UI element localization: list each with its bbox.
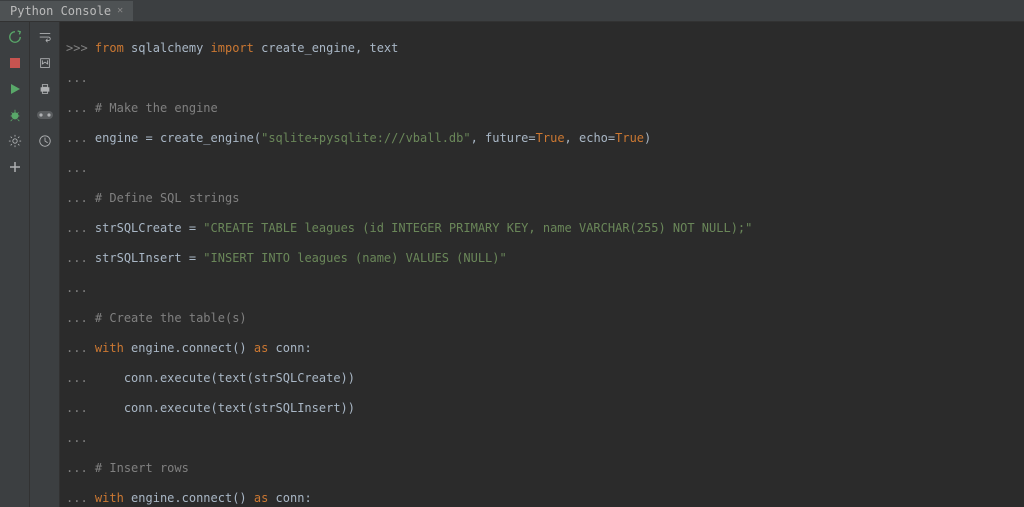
debug-icon[interactable] [7,107,23,123]
action-gutter [0,22,30,507]
code: engine.connect() [124,341,254,355]
code: , future= [471,131,536,145]
close-icon[interactable]: ✕ [117,5,123,16]
history-icon[interactable] [37,133,53,149]
mod-name: sqlalchemy [124,41,211,55]
kw-import: import [211,41,254,55]
variables-icon[interactable] [37,107,53,123]
code: strSQLInsert = [95,251,203,265]
console-output[interactable]: >>> from sqlalchemy import create_engine… [60,22,1024,507]
code: engine = create_engine( [95,131,261,145]
code: engine.connect() [124,491,254,505]
kw-with: with [95,491,124,505]
kw-with: with [95,341,124,355]
add-icon[interactable] [7,159,23,175]
code: conn: [268,341,311,355]
comment: # Make the engine [95,101,218,115]
comment: # Define SQL strings [95,191,240,205]
code: conn.execute(text(strSQLCreate)) [95,371,355,385]
settings-icon[interactable] [7,133,23,149]
string: "sqlite+pysqlite:///vball.db" [261,131,471,145]
code: conn: [268,491,311,505]
tab-python-console[interactable]: Python Console ✕ [0,1,133,21]
string: "CREATE TABLE leagues (id INTEGER PRIMAR… [203,221,752,235]
import-items: create_engine, text [254,41,399,55]
main-area: >>> from sqlalchemy import create_engine… [0,22,1024,507]
kw-true: True [615,131,644,145]
kw-true: True [536,131,565,145]
code: ) [644,131,651,145]
string: "INSERT INTO leagues (name) VALUES (NULL… [203,251,506,265]
code: strSQLCreate = [95,221,203,235]
tab-label: Python Console [10,4,111,18]
code: conn.execute(text(strSQLInsert)) [95,401,355,415]
comment: # Create the table(s) [95,311,247,325]
tab-bar: Python Console ✕ [0,0,1024,22]
scroll-end-icon[interactable] [37,55,53,71]
run-icon[interactable] [7,81,23,97]
kw-as: as [254,341,268,355]
soft-wrap-icon[interactable] [37,29,53,45]
rerun-icon[interactable] [7,29,23,45]
stop-icon[interactable] [7,55,23,71]
console-toolbar [30,22,60,507]
print-icon[interactable] [37,81,53,97]
code: , echo= [565,131,616,145]
kw-as: as [254,491,268,505]
kw-from: from [95,41,124,55]
comment: # Insert rows [95,461,189,475]
